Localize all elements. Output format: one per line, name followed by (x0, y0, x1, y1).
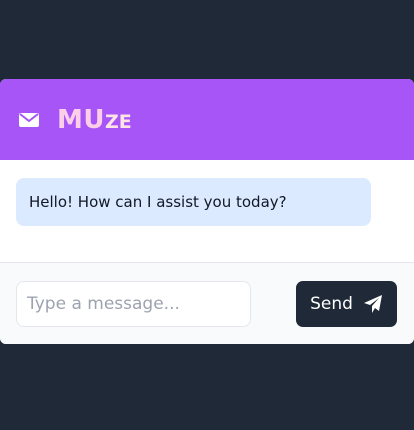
composer-bar: Send (0, 262, 414, 344)
brand-small-text: ZE (105, 110, 132, 133)
message-list: Hello! How can I assist you today? (0, 160, 414, 262)
brand-main-text: MU (57, 104, 105, 135)
send-label: Send (310, 294, 353, 314)
paper-plane-icon (363, 294, 383, 314)
app-brand: MU ZE (57, 105, 132, 135)
bot-message-bubble: Hello! How can I assist you today? (16, 178, 371, 226)
chat-window: MU ZE Hello! How can I assist you today?… (0, 79, 414, 344)
message-input[interactable] (16, 281, 251, 327)
envelope-icon (19, 112, 39, 128)
send-button[interactable]: Send (296, 281, 397, 327)
chat-header: MU ZE (0, 79, 414, 160)
